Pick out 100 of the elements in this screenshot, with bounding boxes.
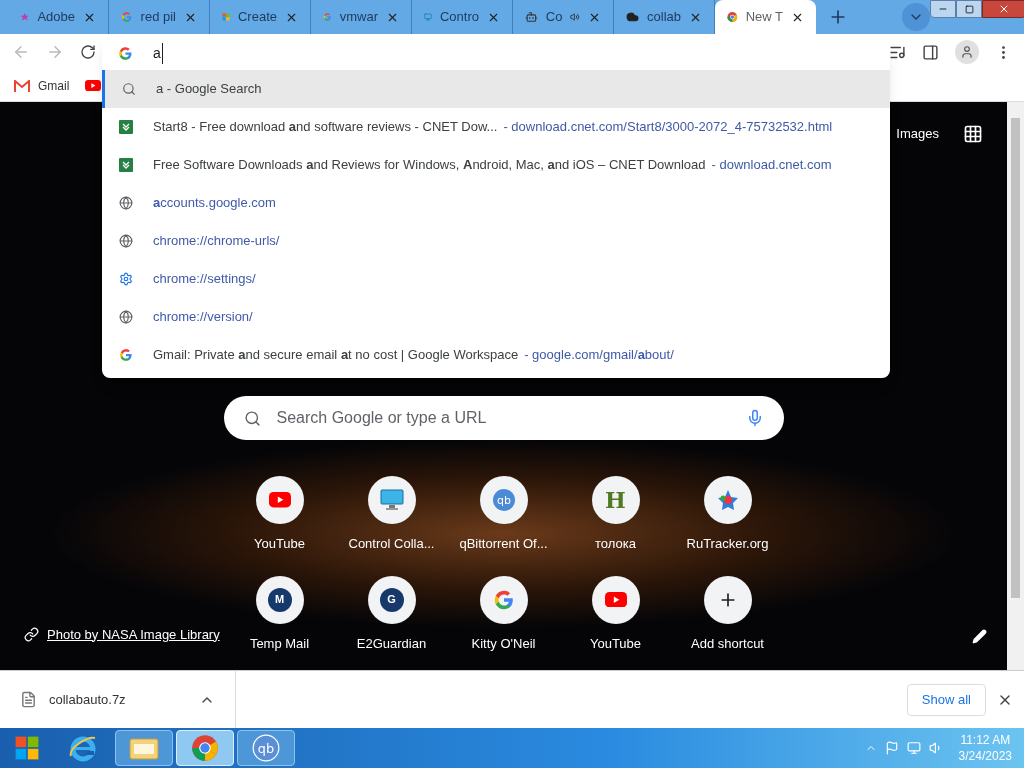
shortcut-label: YouTube (589, 634, 642, 653)
suggestion-title: Gmail: Private and secure email at no cost | Google Workspace (153, 346, 519, 365)
suggestion-url: - download.cnet.com (711, 156, 832, 175)
tab-title: vmwar (339, 8, 378, 27)
shortcut-label: Control Colla... (348, 535, 435, 553)
scrollbar[interactable] (1007, 102, 1024, 670)
shortcut-tile[interactable]: qb qBittorrent Of... (447, 476, 560, 554)
robot-icon (525, 9, 538, 25)
letter-icon: M (267, 587, 292, 612)
suggestion-url: chrome://settings/ (153, 270, 256, 289)
suggestion-url: accounts.google.com (153, 194, 276, 213)
browser-tab[interactable]: New T (715, 0, 816, 34)
shortcut-tile[interactable]: M Temp Mail (223, 575, 336, 653)
address-field[interactable]: a (102, 36, 890, 70)
shortcut-tile[interactable]: G E2Guardian (335, 575, 448, 653)
suggestion-row[interactable]: accounts.google.com (102, 184, 890, 222)
tab-title: collab (647, 8, 681, 27)
shortcut-tile[interactable]: Control Colla... (335, 476, 448, 554)
suggestion-url: - google.com/gmail/about/ (524, 346, 674, 365)
google-icon (492, 588, 515, 611)
suggestion-url: chrome://version/ (153, 308, 253, 327)
shortcut-tile[interactable]: YouTube (559, 575, 672, 653)
suggestion-title: a - Google Search (156, 80, 262, 99)
suggestion-title: Start8 - Free download and software reviews - CNET Dow... (153, 118, 498, 137)
suggestion-row[interactable]: chrome://chrome-urls/ (102, 222, 890, 260)
shortcut-label: RuTracker.org (686, 535, 769, 553)
tab-title: red pil (140, 8, 176, 27)
suggestion-row[interactable]: a - Google Search (102, 70, 890, 108)
shortcut-label: E2Guardian (356, 634, 427, 653)
windows-logo-icon (13, 735, 41, 761)
suggestion-row[interactable]: Gmail: Private and secure email at no cost | Google Workspace - google.com/gmail/about/ (102, 336, 890, 374)
tab-title: Co (545, 8, 563, 27)
shortcut-tile[interactable]: Add shortcut (671, 575, 784, 653)
chrome-logo-icon (727, 9, 738, 25)
search-placeholder: Search Google or type a URL (276, 408, 488, 428)
bookmark[interactable]: Gmail (14, 76, 70, 95)
shortcut-label: Add shortcut (691, 634, 764, 653)
side-panel-icon[interactable] (922, 43, 939, 61)
youtube-icon (268, 492, 291, 508)
suggestion-row[interactable]: chrome://version/ (102, 298, 890, 336)
google-icon (118, 45, 133, 61)
globe-icon (119, 234, 133, 248)
tab-title: New T (745, 8, 783, 27)
folder-icon (129, 736, 159, 760)
reload-icon[interactable] (80, 44, 96, 60)
search-field[interactable]: Search Google or type a URL (223, 396, 784, 440)
youtube-icon (85, 79, 102, 92)
mail-icon (14, 79, 30, 92)
download-site-icon (119, 120, 133, 134)
shortcut-label: толока (595, 535, 636, 553)
tab-title: Create (237, 8, 277, 27)
suggestion-url: - download.cnet.com/Start8/3000-2072_4-75732532.html (503, 118, 833, 137)
browser-logo-icon (68, 734, 98, 762)
profile-avatar[interactable] (955, 40, 979, 64)
globe-icon (119, 196, 133, 210)
apps-grid-icon[interactable] (963, 124, 983, 144)
show-all-button[interactable]: Show all (906, 683, 986, 716)
suggestion-row[interactable]: Free Software Downloads and Reviews for Windows, Android, Mac, and iOS – CNET Download - download.cnet.com (102, 146, 890, 184)
edit-icon[interactable] (972, 629, 987, 644)
qb-logo-icon: qb (491, 488, 516, 512)
shortcut-tile[interactable]: Kitty O'Neil (447, 575, 560, 653)
flag-icon[interactable] (884, 741, 899, 755)
restore-button[interactable] (956, 0, 982, 18)
settings-icon (119, 272, 133, 286)
images-link[interactable]: Images (896, 124, 939, 144)
person-icon (960, 45, 974, 59)
restore-icon (964, 4, 974, 14)
tab-title: Adobe (37, 8, 75, 27)
search-icon (243, 409, 261, 427)
shortcut-label: YouTube (253, 535, 306, 553)
minimize-button[interactable] (930, 0, 956, 18)
youtube-icon (604, 591, 627, 608)
suggestion-url: chrome://chrome-urls/ (153, 232, 280, 251)
shortcut-tile[interactable]: RuTracker.org (671, 476, 784, 554)
search-icon (122, 82, 136, 96)
monitor-icon (379, 489, 404, 511)
bookmark[interactable] (85, 79, 102, 92)
taskbar-app[interactable] (115, 730, 173, 766)
suggestion-row[interactable]: Start8 - Free download and software reviews - CNET Dow... - download.cnet.com/Start8/3000-2072_4-75732532.html (102, 108, 890, 146)
letter-icon: G (379, 587, 404, 612)
letter-icon: H (605, 483, 626, 517)
link-icon (24, 626, 39, 642)
globe-icon (119, 310, 133, 324)
tab-search-button[interactable] (902, 3, 930, 31)
google-icon (119, 348, 133, 362)
file-icon (20, 691, 37, 708)
close-icon (998, 3, 1010, 15)
close-button[interactable] (982, 0, 1024, 18)
shortcut-label: Kitty O'Neil (471, 634, 536, 653)
shortcut-tile[interactable]: H толока (559, 476, 672, 554)
suggestion-title: Free Software Downloads and Reviews for Windows, Android, Mac, and iOS – CNET Download (153, 156, 706, 175)
shortcut-label: Temp Mail (249, 634, 310, 653)
chrome-logo-icon (191, 734, 219, 762)
suggestion-row[interactable]: chrome://settings/ (102, 260, 890, 298)
shortcut-tile[interactable]: YouTube (223, 476, 336, 554)
photo-credit-link[interactable]: Photo by NASA Image Library (47, 624, 220, 644)
shortcut-label: qBittorrent Of... (459, 535, 548, 553)
qb-logo-icon: qb (252, 734, 280, 762)
download-site-icon (119, 158, 133, 172)
google-icon (121, 9, 133, 25)
